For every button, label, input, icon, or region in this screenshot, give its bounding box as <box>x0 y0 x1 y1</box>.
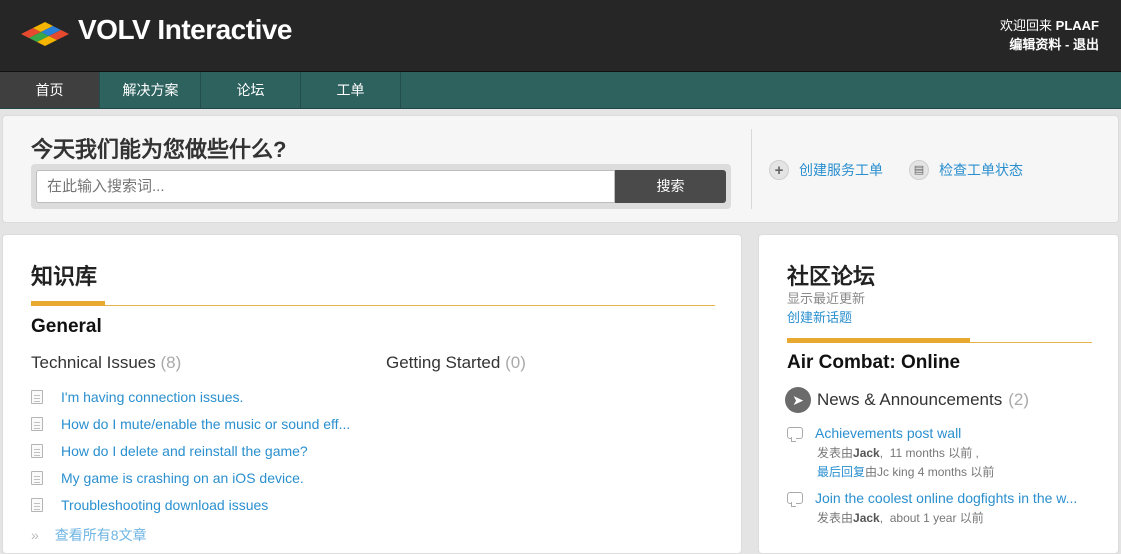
user-area: 欢迎回来 PLAAF 编辑资料 - 退出 <box>1000 16 1099 54</box>
topic-author: Jack <box>853 446 880 460</box>
see-all-articles-link[interactable]: » 查看所有8文章 <box>31 525 147 545</box>
speech-bubble-icon <box>787 427 803 442</box>
new-topic-link[interactable]: 创建新话题 <box>787 307 852 326</box>
forum-category-count: (2) <box>1008 390 1029 409</box>
nav-solutions[interactable]: 解决方案 <box>101 72 201 108</box>
top-header: VOLV Interactive 欢迎回来 PLAAF 编辑资料 - 退出 <box>0 0 1121 72</box>
topic-title-link[interactable]: Achievements post wall <box>815 425 961 441</box>
create-ticket-label: 创建服务工单 <box>799 162 883 178</box>
article-title: My game is crashing on an iOS device. <box>61 470 304 486</box>
logout-link[interactable]: 退出 <box>1073 37 1099 52</box>
search-bar: 搜索 <box>31 164 731 209</box>
forum-section-heading[interactable]: Air Combat: Online <box>787 352 960 374</box>
topic-meta: 发表由Jack, 11 months 以前 , 最后回复由Jc king 4 m… <box>817 444 1092 482</box>
speech-bubble-icon <box>787 492 803 507</box>
volv-logo-icon[interactable] <box>19 18 69 48</box>
check-ticket-status-link[interactable]: ▤ 检查工单状态 <box>909 160 1023 180</box>
posted-by-label: 发表由 <box>817 446 854 460</box>
community-forum-panel: 社区论坛 显示最近更新 创建新话题 Air Combat: Online ➤ N… <box>758 234 1119 554</box>
knowledge-base-panel: 知识库 General Technical Issues (8) Getting… <box>2 234 742 554</box>
knowledge-base-title: 知识库 <box>31 264 98 289</box>
double-chevron-icon: » <box>31 527 39 543</box>
topic-meta: 发表由Jack, about 1 year 以前 <box>817 509 1092 528</box>
plus-icon: + <box>769 160 789 180</box>
brand-name[interactable]: VOLV Interactive <box>78 14 293 46</box>
category-name: Getting Started <box>386 353 501 372</box>
post-sep: , <box>879 446 890 460</box>
forum-subtitle: 显示最近更新 <box>787 291 866 306</box>
main-nav: 首页 解决方案 论坛 工单 <box>0 72 1121 109</box>
article-link[interactable]: How do I delete and reinstall the game? <box>31 441 308 461</box>
article-link[interactable]: Troubleshooting download issues <box>31 495 268 515</box>
category-count: (0) <box>505 353 526 372</box>
topic-author: Jack <box>853 511 880 525</box>
forum-title: 社区论坛 <box>787 264 876 289</box>
article-link[interactable]: My game is crashing on an iOS device. <box>31 468 304 488</box>
edit-profile-link[interactable]: 编辑资料 <box>1009 37 1061 52</box>
category-getting-started[interactable]: Getting Started (0) <box>386 353 526 373</box>
category-name: Technical Issues <box>31 353 156 372</box>
category-count: (8) <box>160 353 182 372</box>
forum-topic: Join the coolest online dogfights in the… <box>787 490 1092 528</box>
nav-home[interactable]: 首页 <box>0 72 100 108</box>
topic-time: 11 months 以前 , <box>889 446 979 460</box>
vertical-divider <box>751 129 752 209</box>
section-rule <box>787 338 1092 343</box>
posted-by-label: 发表由 <box>817 511 854 525</box>
create-ticket-link[interactable]: + 创建服务工单 <box>769 160 883 180</box>
article-link[interactable]: How do I mute/enable the music or sound … <box>31 414 350 434</box>
document-icon <box>31 498 43 512</box>
account-links: 编辑资料 - 退出 <box>1000 35 1099 54</box>
article-title: I'm having connection issues. <box>61 389 244 405</box>
forum-category-news[interactable]: ➤ News & Announcements (2) <box>785 387 1029 413</box>
category-technical-issues[interactable]: Technical Issues (8) <box>31 353 181 373</box>
welcome-text: 欢迎回来 <box>1000 18 1053 33</box>
welcome-line: 欢迎回来 PLAAF <box>1000 16 1099 35</box>
search-input[interactable] <box>36 170 615 203</box>
nav-tickets[interactable]: 工单 <box>301 72 401 108</box>
article-title: Troubleshooting download issues <box>61 497 269 513</box>
topic-time: about 1 year 以前 <box>889 511 984 525</box>
see-all-label: 查看所有8文章 <box>54 527 147 543</box>
document-icon <box>31 471 43 485</box>
nav-forums[interactable]: 论坛 <box>201 72 301 108</box>
search-heading: 今天我们能为您做些什么? <box>31 137 287 162</box>
forum-category-name: News & Announcements <box>817 390 1003 409</box>
forum-topic: Achievements post wall 发表由Jack, 11 month… <box>787 425 1092 482</box>
article-link[interactable]: I'm having connection issues. <box>31 387 243 407</box>
document-icon <box>31 444 43 458</box>
check-ticket-label: 检查工单状态 <box>939 162 1023 178</box>
document-icon <box>31 390 43 404</box>
section-rule <box>31 301 715 306</box>
megaphone-icon: ➤ <box>785 387 811 413</box>
section-heading-general[interactable]: General <box>31 316 102 338</box>
article-title: How do I delete and reinstall the game? <box>61 443 308 459</box>
post-sep: , <box>879 511 890 525</box>
last-reply-link[interactable]: 最后回复 <box>817 465 865 479</box>
topic-title-link[interactable]: Join the coolest online dogfights in the… <box>815 490 1077 506</box>
username: PLAAF <box>1055 18 1099 33</box>
document-icon: ▤ <box>909 160 929 180</box>
link-separator: - <box>1061 37 1073 52</box>
last-reply-info: 由Jc king 4 months 以前 <box>865 465 995 479</box>
document-icon <box>31 417 43 431</box>
search-panel: 今天我们能为您做些什么? 搜索 + 创建服务工单 ▤ 检查工单状态 <box>2 115 1119 223</box>
article-title: How do I mute/enable the music or sound … <box>61 416 351 432</box>
search-button[interactable]: 搜索 <box>615 170 726 203</box>
